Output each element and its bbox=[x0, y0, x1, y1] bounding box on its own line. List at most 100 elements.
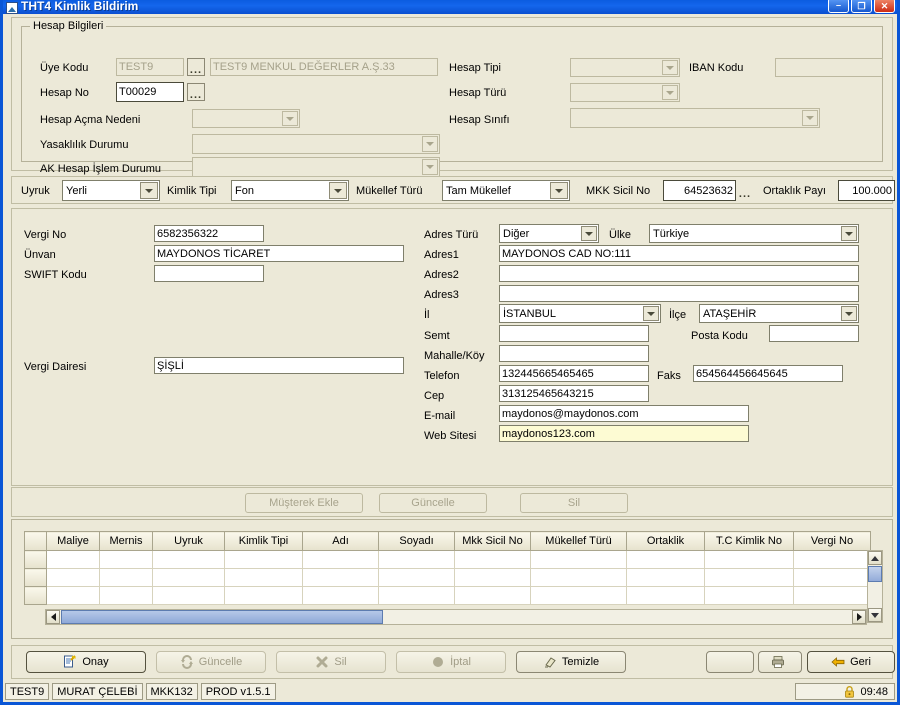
grid-col-mukellef-turu[interactable]: Mükellef Türü bbox=[530, 531, 627, 551]
hesap-tipi-select[interactable] bbox=[570, 58, 680, 77]
vertical-scroll-thumb[interactable] bbox=[868, 566, 882, 582]
musterek-ekle-button[interactable]: Müşterek Ekle bbox=[245, 493, 363, 513]
grid-cell[interactable] bbox=[152, 586, 225, 605]
chevron-down-icon[interactable] bbox=[581, 226, 597, 241]
grid-col-tc-kimlik-no[interactable]: T.C Kimlik No bbox=[704, 531, 794, 551]
chevron-down-icon[interactable] bbox=[802, 110, 818, 126]
mkk-sicil-no-field[interactable]: 64523632 bbox=[663, 180, 736, 201]
vergi-dairesi-field[interactable]: ŞİŞLİ bbox=[154, 357, 404, 374]
grid-cell[interactable] bbox=[99, 586, 153, 605]
sil-button[interactable]: Sil bbox=[520, 493, 628, 513]
grid-cell[interactable] bbox=[793, 568, 871, 587]
geri-button[interactable]: Geri bbox=[807, 651, 895, 673]
faks-field[interactable]: 654564456645645 bbox=[693, 365, 843, 382]
maximize-button[interactable]: ❐ bbox=[851, 0, 872, 13]
mahalle-koy-field[interactable] bbox=[499, 345, 649, 362]
grid-col-adi[interactable]: Adı bbox=[302, 531, 379, 551]
yasaklilik-durumu-select[interactable] bbox=[192, 134, 440, 154]
grid-cell[interactable] bbox=[378, 550, 455, 569]
grid-cell[interactable] bbox=[302, 550, 379, 569]
grid-cell[interactable] bbox=[530, 568, 627, 587]
uyruk-select[interactable]: Yerli bbox=[62, 180, 160, 201]
chevron-down-icon[interactable] bbox=[422, 159, 438, 175]
grid-horizontal-scrollbar[interactable] bbox=[45, 609, 867, 625]
sil-toolbar-button[interactable]: Sil bbox=[276, 651, 386, 673]
table-row[interactable] bbox=[24, 568, 871, 587]
grid-corner-cell[interactable] bbox=[24, 531, 47, 551]
guncelle-toolbar-button[interactable]: Güncelle bbox=[156, 651, 266, 673]
swift-kodu-field[interactable] bbox=[154, 265, 264, 282]
grid-cell[interactable] bbox=[530, 550, 627, 569]
web-sitesi-field[interactable]: maydonos123.com bbox=[499, 425, 749, 442]
il-select[interactable]: İSTANBUL bbox=[499, 304, 661, 323]
hesap-sinifi-select[interactable] bbox=[570, 108, 820, 128]
adres3-field[interactable] bbox=[499, 285, 859, 302]
temizle-button[interactable]: Temizle bbox=[516, 651, 626, 673]
scroll-up-button[interactable] bbox=[868, 551, 882, 565]
blank-button[interactable] bbox=[706, 651, 754, 673]
scroll-right-button[interactable] bbox=[852, 610, 866, 624]
scroll-down-button[interactable] bbox=[868, 608, 882, 622]
grid-cell[interactable] bbox=[378, 586, 455, 605]
grid-cell[interactable] bbox=[46, 550, 100, 569]
grid-cell[interactable] bbox=[530, 586, 627, 605]
grid-cell[interactable] bbox=[793, 550, 871, 569]
ak-hesap-islem-durumu-select[interactable] bbox=[192, 157, 440, 177]
grid-col-maliye[interactable]: Maliye bbox=[46, 531, 100, 551]
grid-cell[interactable] bbox=[302, 568, 379, 587]
hesap-no-browse-button[interactable]: ... bbox=[187, 83, 205, 101]
grid-cell[interactable] bbox=[46, 568, 100, 587]
uye-kodu-field[interactable]: TEST9 bbox=[116, 58, 184, 76]
chevron-down-icon[interactable] bbox=[643, 306, 659, 321]
cep-field[interactable]: 313125465643215 bbox=[499, 385, 649, 402]
unvan-field[interactable]: MAYDONOS TİCARET bbox=[154, 245, 404, 262]
grid-cell[interactable] bbox=[626, 568, 705, 587]
row-selector[interactable] bbox=[24, 550, 47, 569]
mkk-sicil-no-browse-button[interactable]: ... bbox=[737, 182, 753, 200]
table-row[interactable] bbox=[24, 550, 871, 569]
grid-cell[interactable] bbox=[224, 550, 303, 569]
scroll-left-button[interactable] bbox=[46, 610, 60, 624]
onay-button[interactable]: Onay bbox=[26, 651, 146, 673]
grid-cell[interactable] bbox=[46, 586, 100, 605]
ulke-select[interactable]: Türkiye bbox=[649, 224, 859, 243]
grid-col-kimlik-tipi[interactable]: Kimlik Tipi bbox=[224, 531, 303, 551]
ilce-select[interactable]: ATAŞEHİR bbox=[699, 304, 859, 323]
grid-cell[interactable] bbox=[454, 586, 531, 605]
minimize-button[interactable]: – bbox=[828, 0, 849, 13]
row-selector[interactable] bbox=[24, 586, 47, 605]
grid-cell[interactable] bbox=[704, 550, 794, 569]
grid-cell[interactable] bbox=[704, 568, 794, 587]
adres2-field[interactable] bbox=[499, 265, 859, 282]
close-button[interactable]: ✕ bbox=[874, 0, 895, 13]
grid-cell[interactable] bbox=[152, 550, 225, 569]
grid-cell[interactable] bbox=[626, 550, 705, 569]
horizontal-scroll-thumb[interactable] bbox=[61, 610, 383, 624]
hesap-no-field[interactable]: T00029 bbox=[116, 82, 184, 102]
email-field[interactable]: maydonos@maydonos.com bbox=[499, 405, 749, 422]
grid-cell[interactable] bbox=[454, 550, 531, 569]
grid-col-mkk-sicil-no[interactable]: Mkk Sicil No bbox=[454, 531, 531, 551]
grid-cell[interactable] bbox=[704, 586, 794, 605]
grid-col-vergi-no[interactable]: Vergi No bbox=[793, 531, 871, 551]
adres1-field[interactable]: MAYDONOS CAD NO:111 bbox=[499, 245, 859, 262]
row-selector[interactable] bbox=[24, 568, 47, 587]
uye-kodu-browse-button[interactable]: ... bbox=[187, 58, 205, 76]
grid-cell[interactable] bbox=[793, 586, 871, 605]
table-row[interactable] bbox=[24, 586, 871, 605]
chevron-down-icon[interactable] bbox=[282, 111, 298, 126]
grid-cell[interactable] bbox=[99, 550, 153, 569]
print-button[interactable] bbox=[758, 651, 802, 673]
chevron-down-icon[interactable] bbox=[329, 182, 347, 199]
guncelle-button[interactable]: Güncelle bbox=[379, 493, 487, 513]
chevron-down-icon[interactable] bbox=[841, 226, 857, 241]
grid-col-soyadi[interactable]: Soyadı bbox=[378, 531, 455, 551]
chevron-down-icon[interactable] bbox=[662, 85, 678, 100]
chevron-down-icon[interactable] bbox=[140, 182, 158, 199]
grid-cell[interactable] bbox=[224, 568, 303, 587]
kimlik-tipi-select[interactable]: Fon bbox=[231, 180, 349, 201]
chevron-down-icon[interactable] bbox=[550, 182, 568, 199]
mukellef-turu-select[interactable]: Tam Mükellef bbox=[442, 180, 570, 201]
hesap-acma-nedeni-select[interactable] bbox=[192, 109, 300, 128]
posta-kodu-field[interactable] bbox=[769, 325, 859, 342]
